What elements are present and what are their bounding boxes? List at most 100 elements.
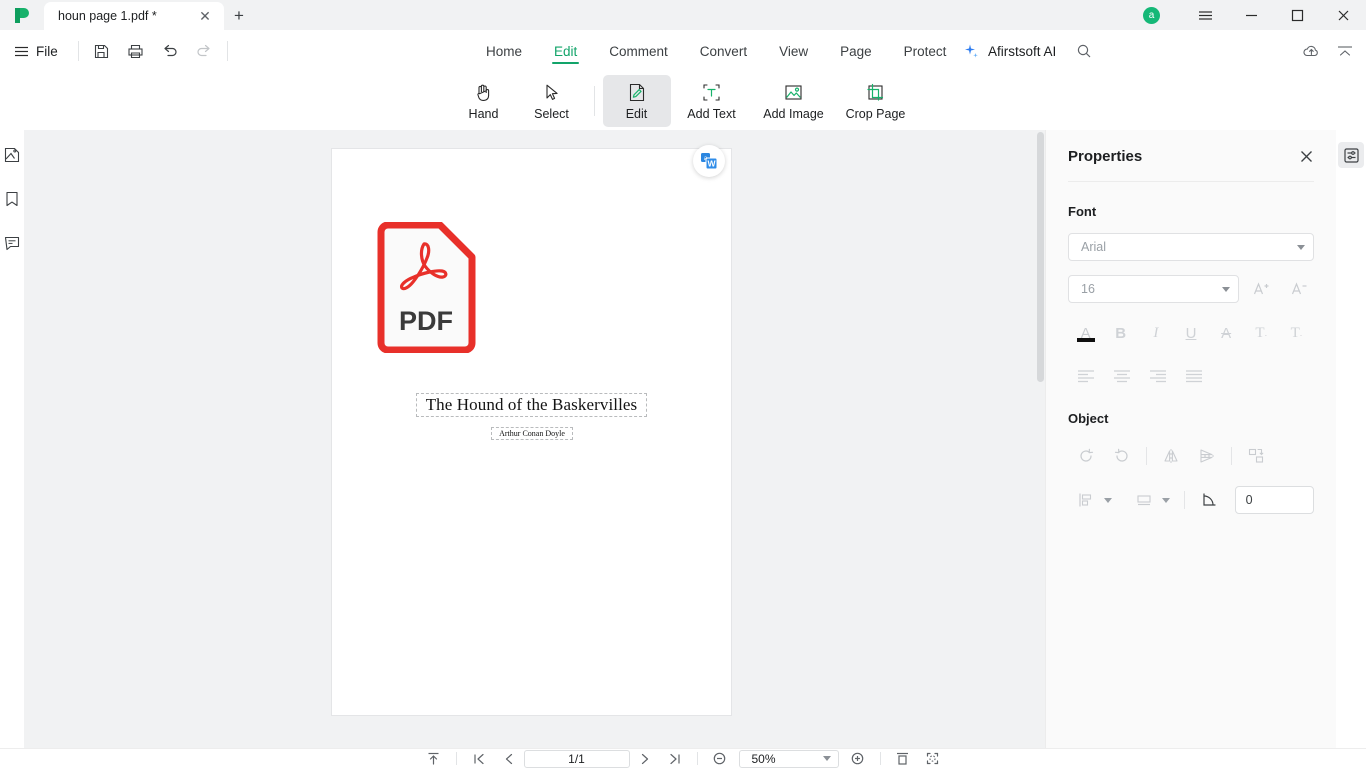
divider [1231, 447, 1232, 465]
page-number-value: 1/1 [568, 751, 585, 766]
font-color-icon[interactable]: A [1068, 319, 1103, 347]
tab-convert[interactable]: Convert [684, 30, 763, 72]
fit-page-icon[interactable] [888, 749, 918, 768]
rotate-left-icon[interactable] [1068, 442, 1104, 470]
save-icon[interactable] [85, 36, 119, 66]
print-icon[interactable] [119, 36, 153, 66]
font-size-select[interactable]: 16 [1068, 275, 1239, 303]
align-objects-dropdown[interactable] [1068, 486, 1112, 514]
redo-icon[interactable] [187, 36, 221, 66]
pdf-page[interactable]: PDF The Hound of the Baskervilles Arthur… [332, 149, 731, 715]
page-number-input[interactable]: 1/1 [523, 749, 630, 768]
tab-view[interactable]: View [763, 30, 824, 72]
document-tab[interactable]: houn page 1.pdf * ✕ [44, 2, 224, 30]
avatar[interactable]: a [1143, 6, 1160, 24]
divider [226, 41, 228, 61]
crop-page-icon [865, 82, 886, 104]
strikethrough-icon[interactable]: A [1209, 319, 1244, 347]
panel-title: Properties [1068, 148, 1143, 165]
tab-title: houn page 1.pdf * [58, 9, 157, 23]
title-bar: houn page 1.pdf * ✕ + a [0, 0, 1366, 30]
zoom-in-icon[interactable] [843, 749, 873, 768]
tab-protect[interactable]: Protect [888, 30, 963, 72]
ai-assistant-button[interactable]: Afirstsoft AI [962, 30, 1092, 72]
fit-width-icon[interactable] [918, 749, 948, 768]
tab-comment[interactable]: Comment [593, 30, 684, 72]
collapse-ribbon-icon[interactable] [1328, 36, 1362, 66]
rotation-angle-input[interactable]: 0 [1234, 486, 1314, 514]
add-text-icon [701, 82, 722, 104]
tool-hand[interactable]: Hand [450, 75, 518, 127]
underline-icon[interactable]: U [1173, 319, 1208, 347]
distribute-objects-dropdown[interactable] [1126, 486, 1170, 514]
bookmark-icon[interactable] [1, 188, 23, 210]
undo-icon[interactable] [153, 36, 187, 66]
document-title-textbox[interactable]: The Hound of the Baskervilles [416, 393, 647, 417]
first-page-icon[interactable] [464, 749, 494, 768]
document-workspace[interactable]: PDF The Hound of the Baskervilles Arthur… [24, 130, 1045, 748]
arrange-order-icon[interactable] [1238, 442, 1274, 470]
new-tab-button[interactable]: + [224, 2, 254, 30]
tool-label: Hand [468, 106, 499, 121]
zoom-level-select[interactable]: 50% [738, 749, 839, 768]
flip-horizontal-icon[interactable] [1153, 442, 1189, 470]
object-transform-buttons [1068, 442, 1314, 470]
cloud-upload-icon[interactable] [1294, 36, 1328, 66]
tab-page[interactable]: Page [824, 30, 888, 72]
increase-font-size-icon[interactable] [1247, 275, 1277, 303]
rotation-angle-value: 0 [1245, 493, 1253, 507]
maximize-icon[interactable] [1274, 0, 1320, 30]
tool-edit[interactable]: Edit [602, 75, 671, 127]
ribbon-tabs: Home Edit Comment Convert View Page Prot… [470, 30, 962, 72]
zoom-out-icon[interactable] [705, 749, 735, 768]
properties-panel-icon[interactable] [1338, 142, 1364, 168]
superscript-icon[interactable]: T. [1244, 319, 1279, 347]
font-family-select[interactable]: Arial [1068, 233, 1314, 261]
search-icon[interactable] [1076, 43, 1092, 59]
divider [696, 752, 698, 765]
bold-icon[interactable]: B [1103, 319, 1138, 347]
italic-icon[interactable]: I [1138, 319, 1173, 347]
tab-edit[interactable]: Edit [538, 30, 593, 72]
document-author-textbox[interactable]: Arthur Conan Doyle [491, 427, 573, 440]
minimize-icon[interactable] [1228, 0, 1274, 30]
afirstsoft-logo-icon [0, 0, 44, 30]
cursor-arrow-icon [541, 82, 562, 104]
next-page-icon[interactable] [630, 749, 660, 768]
previous-page-icon[interactable] [494, 749, 524, 768]
hamburger-menu-icon[interactable] [1182, 0, 1228, 30]
scroll-to-top-icon[interactable] [419, 749, 449, 768]
align-right-icon[interactable] [1140, 363, 1176, 389]
scrollbar-thumb[interactable] [1037, 132, 1044, 382]
tool-select[interactable]: Select [518, 75, 586, 127]
application-window: houn page 1.pdf * ✕ + a File Home Edit C… [0, 0, 1366, 768]
divider [879, 752, 881, 765]
tab-home[interactable]: Home [470, 30, 538, 72]
align-center-icon[interactable] [1104, 363, 1140, 389]
align-justify-icon[interactable] [1176, 363, 1212, 389]
close-icon[interactable]: ✕ [196, 7, 214, 25]
last-page-icon[interactable] [660, 749, 690, 768]
rotate-right-icon[interactable] [1104, 442, 1140, 470]
convert-to-word-icon[interactable]: a W [693, 145, 725, 177]
close-icon[interactable] [1320, 0, 1366, 30]
svg-text:PDF: PDF [399, 306, 453, 336]
decrease-font-size-icon[interactable] [1284, 275, 1314, 303]
flip-vertical-icon[interactable] [1189, 442, 1225, 470]
tool-add-text[interactable]: Add Text [671, 75, 753, 127]
tool-label: Add Text [687, 106, 736, 121]
vertical-scrollbar[interactable] [1036, 130, 1045, 748]
subscript-icon[interactable]: T. [1279, 319, 1314, 347]
ai-assistant-label: Afirstsoft AI [988, 43, 1057, 59]
tool-add-image[interactable]: Add Image [753, 75, 835, 127]
menu-bar: File Home Edit Comment Convert View Page… [0, 30, 1366, 72]
thumbnails-icon[interactable] [1, 144, 23, 166]
file-menu-button[interactable]: File [0, 36, 72, 66]
comment-icon[interactable] [1, 232, 23, 254]
tool-crop-page[interactable]: Crop Page [835, 75, 917, 127]
font-size-value: 16 [1081, 282, 1095, 296]
close-icon[interactable] [1299, 149, 1314, 164]
align-left-icon[interactable] [1068, 363, 1104, 389]
file-menu-label: File [36, 43, 58, 59]
tool-label: Add Image [763, 106, 824, 121]
